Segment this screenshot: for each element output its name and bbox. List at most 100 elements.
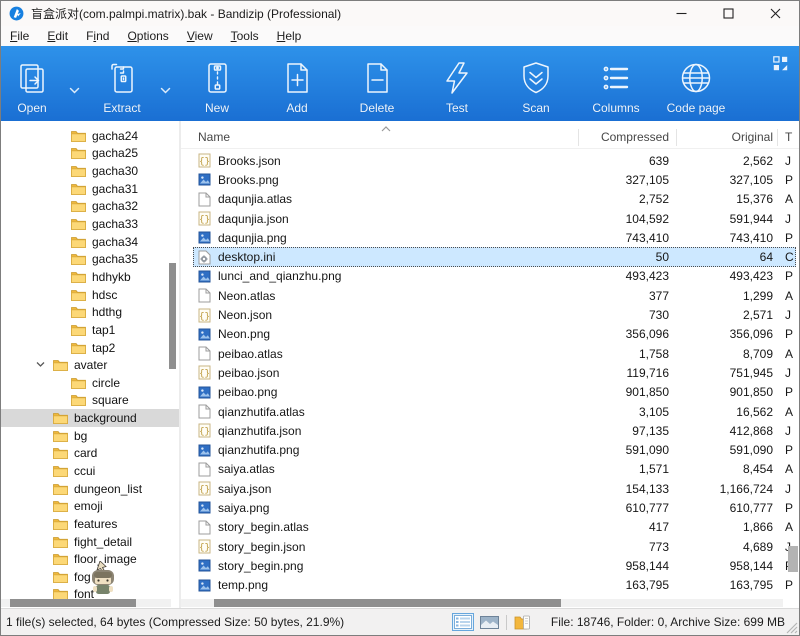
menu-item[interactable]: View xyxy=(180,27,224,46)
filelist-horizontal-scrollbar[interactable] xyxy=(181,599,783,607)
file-row[interactable]: temp.png 163,795 163,795 P xyxy=(193,576,796,595)
open-label: Open xyxy=(17,101,46,115)
sidebar-item-hdthg[interactable]: hdthg xyxy=(1,303,179,321)
extract-button[interactable]: Extract xyxy=(92,59,152,115)
column-header-original[interactable]: Original xyxy=(677,130,773,144)
file-row[interactable]: daqunjia.png 743,410 743,410 P xyxy=(193,228,796,247)
menu-item[interactable]: Edit xyxy=(40,27,79,46)
chevron-down-icon[interactable] xyxy=(36,361,45,368)
file-original-size: 591,944 xyxy=(677,212,773,226)
file-row[interactable]: Brooks.png 327,105 327,105 P xyxy=(193,170,796,189)
folder-name: gacha25 xyxy=(92,146,138,160)
file-row[interactable]: {} daqunjia.json 104,592 591,944 J xyxy=(193,209,796,228)
file-row[interactable]: {} story_begin.json 773 4,689 J xyxy=(193,537,796,556)
sidebar-item-hdhykb[interactable]: hdhykb xyxy=(1,268,179,286)
delete-button[interactable]: Delete xyxy=(347,59,407,115)
file-row[interactable]: {} peibao.json 119,716 751,945 J xyxy=(193,363,796,382)
preview-pane-button[interactable] xyxy=(480,616,499,629)
extract-dropdown-chevron-icon[interactable] xyxy=(160,87,171,94)
file-row[interactable]: saiya.atlas 1,571 8,454 A xyxy=(193,460,796,479)
menubar: FileEditFindOptionsViewToolsHelp xyxy=(1,26,799,46)
sidebar-item-ccui[interactable]: ccui xyxy=(1,462,179,480)
sidebar-item-gacha30[interactable]: gacha30 xyxy=(1,162,179,180)
add-button[interactable]: Add xyxy=(267,59,327,115)
folder-icon xyxy=(71,377,86,389)
menu-item[interactable]: File xyxy=(3,27,40,46)
file-row[interactable]: desktop.ini 50 64 C xyxy=(193,247,796,266)
sidebar-item-tap1[interactable]: tap1 xyxy=(1,321,179,339)
sidebar-item-dungeon_list[interactable]: dungeon_list xyxy=(1,480,179,498)
details-view-button[interactable] xyxy=(453,614,473,630)
column-header-type[interactable]: T xyxy=(785,130,792,144)
file-row[interactable]: {} Brooks.json 639 2,562 J xyxy=(193,151,796,170)
svg-text:{}: {} xyxy=(199,543,210,553)
sidebar-item-gacha32[interactable]: gacha32 xyxy=(1,198,179,216)
scan-button[interactable]: Scan xyxy=(506,59,566,115)
column-header-name[interactable]: Name xyxy=(198,130,230,144)
file-original-size: 610,777 xyxy=(677,501,773,515)
sidebar-item-square[interactable]: square xyxy=(1,392,179,410)
file-row[interactable]: story_begin.atlas 417 1,866 A xyxy=(193,518,796,537)
sidebar-item-gacha31[interactable]: gacha31 xyxy=(1,180,179,198)
minimize-button[interactable] xyxy=(658,1,705,26)
menu-item[interactable]: Find xyxy=(79,27,120,46)
sidebar-item-card[interactable]: card xyxy=(1,445,179,463)
column-divider[interactable] xyxy=(777,129,778,146)
sidebar-item-features[interactable]: features xyxy=(1,515,179,533)
maximize-button[interactable] xyxy=(705,1,752,26)
folder-icon xyxy=(53,553,68,565)
archive-folder-button[interactable] xyxy=(514,615,531,630)
file-row[interactable]: lunci_and_qianzhu.png 493,423 493,423 P xyxy=(193,267,796,286)
column-divider[interactable] xyxy=(578,129,579,146)
file-row[interactable]: peibao.atlas 1,758 8,709 A xyxy=(193,344,796,363)
file-row[interactable]: story_begin.png 958,144 958,144 P xyxy=(193,556,796,575)
file-row[interactable]: qianzhutifa.atlas 3,105 16,562 A xyxy=(193,402,796,421)
open-button[interactable]: Open xyxy=(3,59,61,115)
file-row[interactable]: saiya.png 610,777 610,777 P xyxy=(193,498,796,517)
sidebar-vertical-scrollbar-thumb[interactable] xyxy=(169,263,176,369)
file-row[interactable]: {} saiya.json 154,133 1,166,724 J xyxy=(193,479,796,498)
sidebar-item-gacha25[interactable]: gacha25 xyxy=(1,145,179,163)
folder-name: avater xyxy=(74,358,107,372)
sidebar-item-floor_image[interactable]: floor_image xyxy=(1,550,179,568)
sidebar-item-avater[interactable]: avater xyxy=(1,356,179,374)
json-file-icon: {} xyxy=(198,153,212,168)
sidebar-horizontal-scrollbar[interactable] xyxy=(1,599,171,607)
sidebar-item-gacha35[interactable]: gacha35 xyxy=(1,250,179,268)
sidebar-item-gacha34[interactable]: gacha34 xyxy=(1,233,179,251)
customize-grid-icon[interactable] xyxy=(773,56,788,71)
sidebar-horizontal-scrollbar-thumb[interactable] xyxy=(10,599,136,607)
sidebar-item-background[interactable]: background xyxy=(1,409,179,427)
filelist-vertical-scrollbar-thumb[interactable] xyxy=(788,546,798,572)
sidebar-item-tap2[interactable]: tap2 xyxy=(1,339,179,357)
resize-grip[interactable] xyxy=(786,622,798,634)
titlebar[interactable]: 盲盒派对(com.palmpi.matrix).bak - Bandizip (… xyxy=(1,1,799,26)
file-row[interactable]: Neon.atlas 377 1,299 A xyxy=(193,286,796,305)
codepage-button[interactable]: Code page xyxy=(656,59,736,115)
menu-item[interactable]: Help xyxy=(270,27,313,46)
menu-item[interactable]: Tools xyxy=(224,27,270,46)
test-button[interactable]: Test xyxy=(427,59,487,115)
columns-button[interactable]: Columns xyxy=(580,59,652,115)
sidebar-item-gacha24[interactable]: gacha24 xyxy=(1,127,179,145)
sidebar-item-hdsc[interactable]: hdsc xyxy=(1,286,179,304)
sidebar-item-circle[interactable]: circle xyxy=(1,374,179,392)
sidebar-item-fight_detail[interactable]: fight_detail xyxy=(1,533,179,551)
sidebar-item-fog[interactable]: fog xyxy=(1,568,179,586)
new-button[interactable]: New xyxy=(187,59,247,115)
file-row[interactable]: {} qianzhutifa.json 97,135 412,868 J xyxy=(193,421,796,440)
sidebar-item-gacha33[interactable]: gacha33 xyxy=(1,215,179,233)
file-row[interactable]: {} Neon.json 730 2,571 J xyxy=(193,305,796,324)
sidebar-item-bg[interactable]: bg xyxy=(1,427,179,445)
sidebar-item-emoji[interactable]: emoji xyxy=(1,497,179,515)
file-row[interactable]: peibao.png 901,850 901,850 P xyxy=(193,383,796,402)
column-header-compressed[interactable]: Compressed xyxy=(579,130,669,144)
file-row[interactable]: Neon.png 356,096 356,096 P xyxy=(193,325,796,344)
open-dropdown-chevron-icon[interactable] xyxy=(69,87,80,94)
column-divider[interactable] xyxy=(676,129,677,146)
file-row[interactable]: daqunjia.atlas 2,752 15,376 A xyxy=(193,190,796,209)
close-button[interactable] xyxy=(752,1,799,26)
filelist-horizontal-scrollbar-thumb[interactable] xyxy=(214,599,561,607)
file-row[interactable]: qianzhutifa.png 591,090 591,090 P xyxy=(193,440,796,459)
menu-item[interactable]: Options xyxy=(120,27,179,46)
